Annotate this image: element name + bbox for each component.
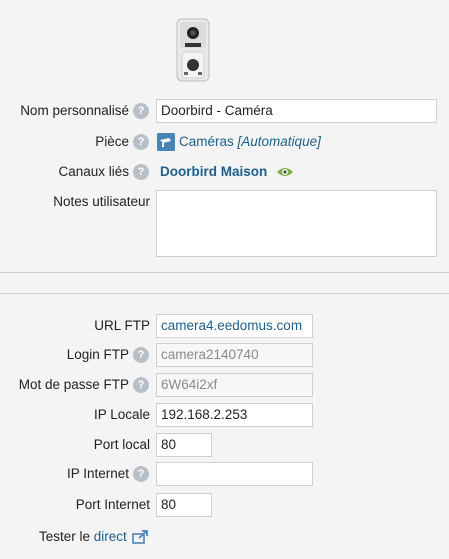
test-direct-text: Tester le direct — [39, 525, 127, 549]
section-divider — [0, 293, 449, 294]
row-port-internet: Port Internet 80 — [0, 493, 449, 517]
row-ip-local: IP Locale 192.168.2.253 — [0, 403, 449, 427]
question-mark-icon[interactable]: ? — [133, 347, 149, 363]
ftp-url-label: URL FTP — [94, 318, 150, 333]
row-ip-internet: IP Internet ? — [0, 462, 449, 486]
question-mark-icon[interactable]: ? — [133, 103, 149, 119]
row-ftp-url: URL FTP camera4.eedomus.com — [0, 314, 449, 338]
row-channels: Canaux liés ? Doorbird Maison — [0, 160, 449, 184]
notes-label: Notes utilisateur — [53, 194, 150, 209]
channels-label: Canaux liés — [58, 164, 129, 179]
row-ftp-login: Login FTP ? camera2140740 — [0, 343, 449, 367]
ip-local-input[interactable]: 192.168.2.253 — [156, 403, 313, 427]
ftp-url-field[interactable]: camera4.eedomus.com — [156, 314, 313, 338]
room-auto-tag: [Automatique] — [237, 134, 321, 149]
section-divider — [0, 272, 449, 273]
custom-name-input[interactable]: Doorbird - Caméra — [156, 99, 437, 123]
room-link[interactable]: Caméras [Automatique] — [179, 130, 321, 154]
external-link-icon[interactable] — [132, 530, 149, 544]
port-local-label: Port local — [93, 437, 150, 452]
ftp-password-label: Mot de passe FTP — [18, 377, 129, 392]
ip-internet-label: IP Internet — [66, 466, 129, 481]
row-test-direct: Tester le direct — [0, 525, 449, 549]
question-mark-icon[interactable]: ? — [133, 134, 149, 150]
ftp-password-field[interactable]: 6W64i2xf — [156, 373, 313, 397]
ftp-login-label: Login FTP — [66, 347, 129, 362]
port-internet-input[interactable]: 80 — [156, 493, 212, 517]
port-internet-label: Port Internet — [75, 497, 150, 512]
room-name[interactable]: Caméras — [179, 134, 234, 149]
ip-internet-input[interactable] — [156, 462, 313, 486]
test-direct-link[interactable]: direct — [94, 529, 127, 544]
question-mark-icon[interactable]: ? — [133, 466, 149, 482]
test-prefix: Tester le — [39, 529, 91, 544]
eye-icon[interactable] — [276, 166, 294, 178]
camera-room-icon — [157, 133, 175, 151]
doorbird-device-image — [176, 18, 210, 82]
ip-local-label: IP Locale — [93, 407, 150, 422]
channels-link[interactable]: Doorbird Maison — [160, 160, 267, 184]
ftp-login-field[interactable]: camera2140740 — [156, 343, 313, 367]
question-mark-icon[interactable]: ? — [133, 377, 149, 393]
row-port-local: Port local 80 — [0, 433, 449, 457]
row-ftp-password: Mot de passe FTP ? 6W64i2xf — [0, 373, 449, 397]
room-label: Pièce — [95, 134, 129, 149]
question-mark-icon[interactable]: ? — [133, 164, 149, 180]
custom-name-label: Nom personnalisé — [20, 103, 129, 118]
port-local-input[interactable]: 80 — [156, 433, 212, 457]
notes-textarea[interactable] — [156, 190, 437, 257]
row-custom-name: Nom personnalisé ? Doorbird - Caméra — [0, 99, 449, 123]
